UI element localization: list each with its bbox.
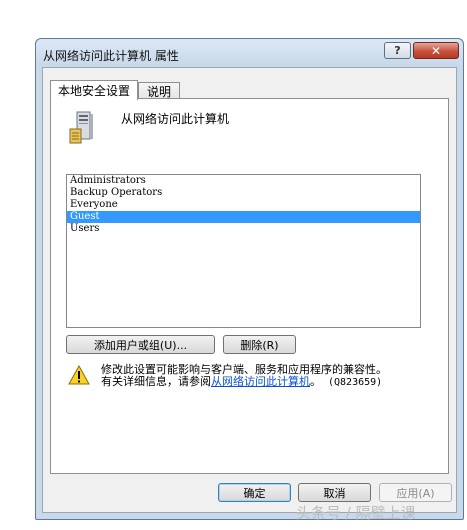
help-icon: ? bbox=[394, 44, 401, 57]
list-item[interactable]: Everyone bbox=[67, 199, 420, 211]
warning-detail-prefix: 有关详细信息，请参阅 bbox=[101, 375, 211, 388]
warning-detail-suffix: 。 bbox=[310, 375, 321, 388]
ok-button[interactable]: 确定 bbox=[218, 483, 291, 502]
watermark-text: 头条号 / 隔壁上课 bbox=[296, 504, 416, 522]
list-item[interactable]: Users bbox=[67, 223, 420, 235]
cancel-button[interactable]: 取消 bbox=[298, 483, 371, 502]
remove-button[interactable]: 删除(R) bbox=[223, 335, 296, 354]
dialog-body: 本地安全设置 说明 从网络访问此计算机 Administrators Backu… bbox=[42, 67, 457, 513]
tab-label: 说明 bbox=[146, 84, 171, 99]
window-title: 从网络访问此计算机 属性 bbox=[43, 49, 179, 63]
tab-explain[interactable]: 说明 bbox=[138, 82, 180, 99]
list-item[interactable]: Administrators bbox=[67, 175, 420, 187]
tab-local-security-setting[interactable]: 本地安全设置 bbox=[50, 80, 138, 100]
close-icon: ✕ bbox=[430, 43, 442, 58]
apply-button[interactable]: 应用(A) bbox=[379, 483, 452, 502]
warning-detail: 有关详细信息，请参阅从网络访问此计算机。 (Q823659) bbox=[101, 373, 382, 389]
help-button[interactable]: ? bbox=[384, 42, 411, 59]
add-user-or-group-button[interactable]: 添加用户或组(U)... bbox=[66, 335, 215, 354]
policy-help-link[interactable]: 从网络访问此计算机 bbox=[211, 375, 310, 388]
server-computer-icon bbox=[69, 111, 93, 144]
kb-article-number: (Q823659) bbox=[328, 377, 383, 388]
list-item-selected[interactable]: Guest bbox=[67, 211, 420, 223]
properties-dialog: 从网络访问此计算机 属性 ? ✕ 本地安全设置 说明 从网络访问此计算机 Adm… bbox=[35, 38, 464, 520]
title-bar[interactable]: 从网络访问此计算机 属性 ? ✕ bbox=[36, 39, 463, 67]
list-item[interactable]: Backup Operators bbox=[67, 187, 420, 199]
members-listbox[interactable]: Administrators Backup Operators Everyone… bbox=[66, 174, 421, 328]
warning-icon bbox=[68, 365, 90, 385]
policy-name: 从网络访问此计算机 bbox=[121, 112, 230, 126]
tab-panel: 从网络访问此计算机 Administrators Backup Operator… bbox=[50, 98, 449, 474]
tab-label: 本地安全设置 bbox=[57, 84, 130, 98]
close-button[interactable]: ✕ bbox=[413, 42, 459, 59]
